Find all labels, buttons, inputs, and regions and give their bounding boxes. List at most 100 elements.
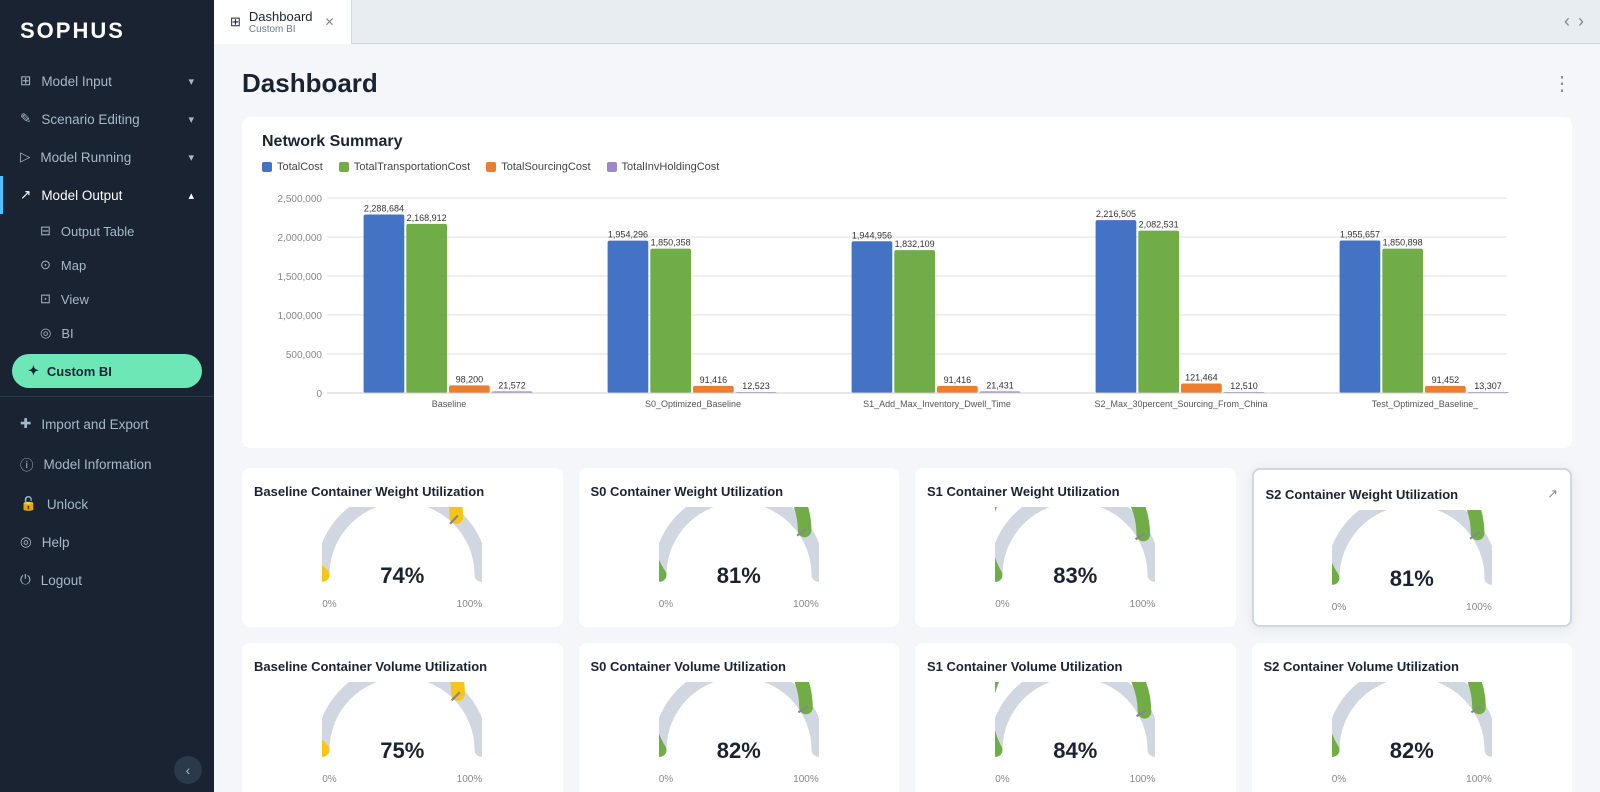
gauge-svg-wrap: 83% (995, 507, 1155, 597)
network-summary-chart: 0500,0001,000,0001,500,0002,000,0002,500… (262, 183, 1552, 433)
svg-text:1,500,000: 1,500,000 (278, 272, 323, 283)
gauge-card-header: S2 Container Weight Utilization↗ (1266, 486, 1559, 502)
tab-icon: ⊞ (230, 14, 241, 30)
gauge-card-header: Baseline Container Weight Utilization (254, 484, 551, 499)
svg-text:500,000: 500,000 (286, 350, 323, 361)
gauge-card-title: Baseline Container Volume Utilization (254, 659, 487, 674)
legend-label: TotalTransportationCost (354, 161, 470, 173)
svg-text:S2_Max_30percent_Sourcing_From: S2_Max_30percent_Sourcing_From_China (1094, 399, 1267, 409)
legend-dot (339, 162, 349, 172)
tab-dashboard[interactable]: ⊞ Dashboard Custom BI ✕ (214, 0, 352, 44)
gauge-percent-label: 81% (1390, 566, 1434, 592)
gauge-min-label: 0% (1332, 602, 1346, 613)
gauge-axis-labels: 0%100% (322, 599, 482, 610)
sidebar-item-help[interactable]: ◎ Help (0, 523, 214, 561)
chart-icon: ↗ (20, 187, 31, 203)
gauge-max-label: 100% (1130, 599, 1156, 610)
svg-text:2,000,000: 2,000,000 (278, 233, 323, 244)
nav-next-button[interactable]: › (1578, 11, 1584, 32)
gauge-card: S1 Container Volume Utilization 84%0%100… (915, 643, 1236, 792)
sidebar-item-label: Output Table (61, 224, 134, 239)
sidebar-item-label: Model Output (41, 188, 122, 203)
sidebar-item-label: Import and Export (41, 417, 148, 432)
sidebar-collapse-section: ‹ (0, 748, 214, 792)
gauge-min-label: 0% (322, 774, 336, 785)
main-content: ⊞ Dashboard Custom BI ✕ ‹ › Dashboard ⋮ … (214, 0, 1600, 792)
tab-bar-left: ⊞ Dashboard Custom BI ✕ (214, 0, 352, 44)
custom-bi-icon: ✦ (28, 363, 39, 379)
sidebar-item-unlock[interactable]: 🔓 Unlock (0, 485, 214, 523)
svg-text:Test_Optimized_Baseline_: Test_Optimized_Baseline_ (1372, 399, 1480, 409)
svg-text:1,850,358: 1,850,358 (651, 238, 691, 248)
sidebar-bottom: ✚ Import and Export ⓘ Model Information … (0, 405, 214, 607)
info-icon: ⓘ (20, 454, 34, 474)
gauge-percent-label: 75% (380, 738, 424, 764)
gauge-max-label: 100% (1130, 774, 1156, 785)
svg-text:2,288,684: 2,288,684 (364, 203, 404, 213)
kebab-menu-icon[interactable]: ⋮ (1552, 71, 1572, 96)
sidebar-item-label: Unlock (47, 497, 88, 512)
sidebar-item-bi[interactable]: ◎ BI (0, 316, 214, 350)
sidebar-item-scenario-editing[interactable]: ✎ Scenario Editing ▾ (0, 100, 214, 138)
gauge-percent-label: 81% (717, 563, 761, 589)
weight-utilization-grid: Baseline Container Weight Utilization 74… (242, 468, 1572, 627)
volume-utilization-grid: Baseline Container Volume Utilization 75… (242, 643, 1572, 792)
svg-text:91,416: 91,416 (700, 375, 728, 385)
legend-dot (262, 162, 272, 172)
legend-label: TotalSourcingCost (501, 161, 590, 173)
tab-bar: ⊞ Dashboard Custom BI ✕ ‹ › (214, 0, 1600, 44)
sidebar-item-view[interactable]: ⊡ View (0, 282, 214, 316)
gauge-card-header: S1 Container Weight Utilization (927, 484, 1224, 499)
gauge-percent-label: 82% (1390, 738, 1434, 764)
sidebar-item-model-running[interactable]: ▷ Model Running ▾ (0, 138, 214, 176)
sidebar-item-logout[interactable]: ⏻ Logout (0, 561, 214, 599)
sidebar-item-map[interactable]: ⊙ Map (0, 248, 214, 282)
page-title: Dashboard (242, 68, 378, 99)
sidebar-item-model-input[interactable]: ⊞ Model Input ▾ (0, 62, 214, 100)
expand-icon[interactable]: ↗ (1547, 486, 1558, 502)
gauge-card: S0 Container Weight Utilization 81%0%100… (579, 468, 900, 627)
legend-item: TotalTransportationCost (339, 161, 470, 173)
sidebar-item-label: Model Input (41, 74, 112, 89)
custom-bi-label: Custom BI (47, 364, 112, 379)
gauge-card: S2 Container Weight Utilization↗ 81%0%10… (1252, 468, 1573, 627)
svg-text:98,200: 98,200 (456, 374, 484, 384)
chevron-down-icon: ▾ (188, 151, 194, 164)
gauge-card-header: S0 Container Weight Utilization (591, 484, 888, 499)
sidebar-item-model-info[interactable]: ⓘ Model Information (0, 443, 214, 485)
sidebar-item-model-output[interactable]: ↗ Model Output ▴ (0, 176, 214, 214)
play-icon: ▷ (20, 149, 30, 165)
gauge-card-title: S2 Container Volume Utilization (1264, 659, 1460, 674)
dashboard-header: Dashboard ⋮ (242, 68, 1572, 99)
network-summary-card: Network Summary TotalCostTotalTransporta… (242, 117, 1572, 448)
gauge-svg-wrap: 75% (322, 682, 482, 772)
chevron-down-icon: ▾ (188, 75, 194, 88)
sidebar: SOPHUS ⊞ Model Input ▾ ✎ Scenario Editin… (0, 0, 214, 792)
nav-prev-button[interactable]: ‹ (1564, 11, 1570, 32)
svg-text:2,168,912: 2,168,912 (407, 213, 447, 223)
network-summary-title: Network Summary (262, 133, 1552, 151)
gauge-max-label: 100% (793, 599, 819, 610)
gauge-card: Baseline Container Volume Utilization 75… (242, 643, 563, 792)
sidebar-nav: ⊞ Model Input ▾ ✎ Scenario Editing ▾ ▷ M… (0, 62, 214, 748)
sidebar-item-output-table[interactable]: ⊟ Output Table (0, 214, 214, 248)
tab-title: Dashboard (249, 9, 313, 24)
legend-label: TotalInvHoldingCost (622, 161, 720, 173)
legend-dot (607, 162, 617, 172)
gauge-axis-labels: 0%100% (659, 774, 819, 785)
gauge-card-title: S0 Container Volume Utilization (591, 659, 787, 674)
app-logo: SOPHUS (0, 0, 214, 62)
bi-icon: ◎ (40, 325, 51, 341)
chart-legend: TotalCostTotalTransportationCostTotalSou… (262, 161, 1552, 173)
tab-close-button[interactable]: ✕ (325, 15, 335, 29)
svg-text:2,216,505: 2,216,505 (1096, 209, 1136, 219)
sidebar-item-import-export[interactable]: ✚ Import and Export (0, 405, 214, 443)
custom-bi-button[interactable]: ✦ Custom BI (12, 354, 202, 388)
svg-text:21,572: 21,572 (498, 380, 526, 390)
sidebar-collapse-button[interactable]: ‹ (174, 756, 202, 784)
tab-content: Dashboard Custom BI (249, 9, 313, 35)
gauge-max-label: 100% (457, 599, 483, 610)
gauge-svg-wrap: 84% (995, 682, 1155, 772)
gauge-svg-wrap: 82% (1332, 682, 1492, 772)
gauge-max-label: 100% (457, 774, 483, 785)
